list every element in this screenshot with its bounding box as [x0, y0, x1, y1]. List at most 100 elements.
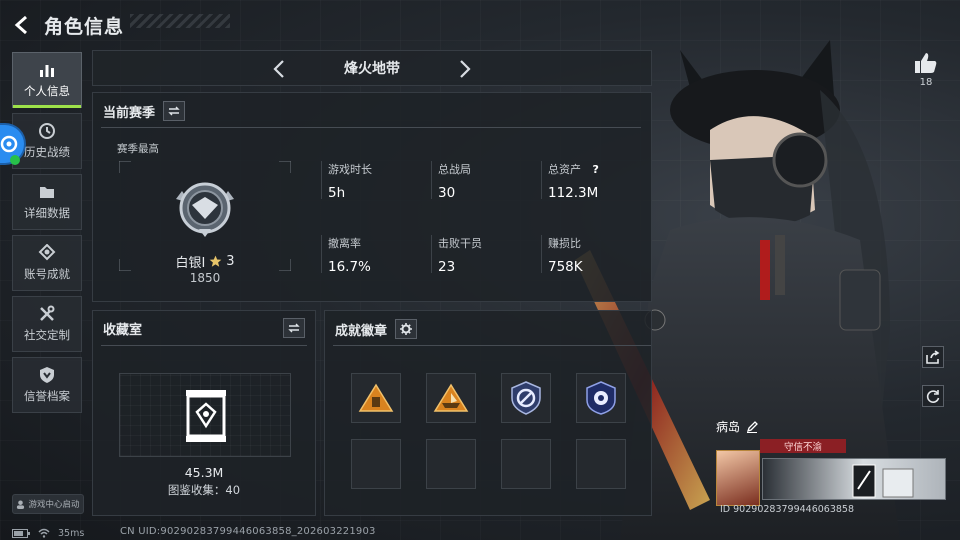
map-selector: 烽火地带 [92, 50, 652, 86]
player-uid: CN UID:90290283799446063858_202603221903 [120, 526, 376, 537]
stat-label: 赚损比 [548, 237, 581, 250]
sidebar-item-credit[interactable]: 信誉档案 [12, 357, 82, 413]
avatar[interactable] [716, 450, 760, 506]
game-center-button[interactable]: 游戏中心启动 [12, 494, 84, 514]
badges-settings-button[interactable] [395, 319, 418, 339]
sidebar-item-label: 社交定制 [24, 328, 70, 342]
empty-badge-slot[interactable] [351, 439, 401, 489]
badge-slot[interactable] [501, 373, 551, 423]
stat-label: 总资产 [548, 163, 581, 176]
empty-badge-slot[interactable] [576, 439, 626, 489]
season-title: 当前赛季 [103, 105, 156, 121]
card-decoration [852, 464, 914, 498]
credit-status-badge: 守信不渝 [760, 439, 846, 453]
next-map-button[interactable] [453, 57, 477, 81]
divider [101, 127, 641, 128]
stat-value: 112.3M [548, 185, 599, 201]
edit-icon[interactable] [746, 420, 758, 433]
empty-badge-slot[interactable] [426, 439, 476, 489]
sidebar-item-label: 个人信息 [24, 84, 70, 98]
stat-label-row: 总资产 ? [548, 161, 599, 177]
stat-total-assets: 总资产 ? 112.3M [541, 161, 599, 201]
help-icon[interactable]: ? [593, 163, 599, 176]
stat-value: 30 [438, 185, 456, 201]
season-switch-button[interactable] [163, 101, 186, 121]
share-icon [926, 350, 940, 364]
share-button[interactable] [922, 346, 944, 368]
map-title: 烽火地带 [344, 61, 400, 77]
sidebar-item-label: 账号成就 [24, 267, 70, 281]
stat-value: 758K [548, 259, 583, 275]
collection-title: 收藏室 [103, 323, 143, 338]
collection-switch-button[interactable] [283, 318, 305, 338]
season-header: 当前赛季 [103, 101, 186, 121]
game-center-label: 游戏中心启动 [28, 500, 80, 510]
badges-header: 成就徽章 [335, 319, 418, 339]
badge-slot[interactable] [576, 373, 626, 423]
sidebar-item-details[interactable]: 详细数据 [12, 174, 82, 230]
stat-operators-defeated: 击败干员 23 [431, 235, 482, 275]
swap-icon [168, 106, 180, 116]
card-player-id: ID 90290283799446063858 [720, 504, 855, 515]
player-name: 病岛 [716, 420, 741, 434]
stat-value: 5h [328, 185, 346, 201]
back-arrow-icon [14, 15, 27, 35]
empty-badge-slot[interactable] [501, 439, 551, 489]
refresh-button[interactable] [922, 385, 944, 407]
rank-info: 白银Ⅰ 3 [119, 252, 291, 271]
prev-map-button[interactable] [267, 57, 291, 81]
collection-header: 收藏室 [103, 319, 142, 338]
collection-panel[interactable]: 收藏室 45.3M 图鉴收集：40 [92, 310, 316, 516]
sidebar-item-label: 信誉档案 [24, 389, 70, 403]
stat-profit-loss: 赚损比 758K [541, 235, 583, 275]
badges-panel: 成就徽章 [324, 310, 652, 516]
online-dot [10, 155, 20, 165]
rank-name: 白银Ⅰ [175, 256, 206, 271]
ping-value: 35ms [58, 527, 85, 539]
player-name-row: 病岛 [716, 418, 946, 435]
divider [101, 345, 307, 346]
tools-icon [40, 305, 55, 321]
sidebar-item-label: 历史战绩 [24, 145, 70, 159]
badge-slot[interactable] [351, 373, 401, 423]
star-icon [209, 255, 222, 267]
wifi-icon [38, 528, 50, 538]
ship-badge-icon [433, 383, 469, 412]
stat-value: 16.7% [328, 259, 371, 275]
achievement-icon [38, 244, 56, 261]
collection-value: 45.3M [184, 465, 224, 480]
stat-label: 击败干员 [438, 237, 482, 250]
bar-chart-icon [40, 65, 54, 77]
police-badge-icon [586, 381, 616, 415]
player-name-card[interactable]: 病岛 守信不渝 ID 90290283799446063858 [716, 418, 946, 515]
sidebar-item-personal-info[interactable]: 个人信息 [12, 52, 82, 108]
stat-playtime: 游戏时长 5h [321, 161, 372, 201]
assistant-icon [0, 135, 18, 153]
person-icon [17, 499, 25, 509]
season-panel: 当前赛季 赛季最高 白银Ⅰ 3 1850 游戏时长 5h 总战局 30 总资产 [92, 92, 652, 302]
shield-ring-badge-icon [511, 381, 541, 415]
header-decoration [130, 14, 230, 28]
badge-slot[interactable] [426, 373, 476, 423]
collection-count: 图鉴收集：40 [167, 483, 241, 497]
swap-icon [288, 323, 300, 333]
thumbs-up-icon [915, 53, 937, 73]
folder-icon [40, 187, 54, 198]
sidebar-item-achievements[interactable]: 账号成就 [12, 235, 82, 291]
stat-label: 总战局 [438, 163, 471, 176]
divider [333, 345, 651, 346]
triangle-badge-icon [358, 383, 394, 412]
like-button[interactable]: 18 [912, 52, 940, 88]
clock-icon [39, 123, 55, 139]
sidebar-item-label: 详细数据 [24, 206, 70, 220]
shield-icon [40, 367, 54, 383]
badges-title: 成就徽章 [335, 323, 388, 339]
chevron-right-icon [460, 60, 471, 78]
stat-total-matches: 总战局 30 [431, 161, 471, 201]
battery-icon [12, 528, 30, 538]
collection-display [119, 373, 291, 457]
display-case-icon [186, 390, 226, 442]
sidebar-item-social[interactable]: 社交定制 [12, 296, 82, 352]
back-button[interactable] [10, 13, 34, 37]
silver-rank-emblem [176, 182, 234, 237]
